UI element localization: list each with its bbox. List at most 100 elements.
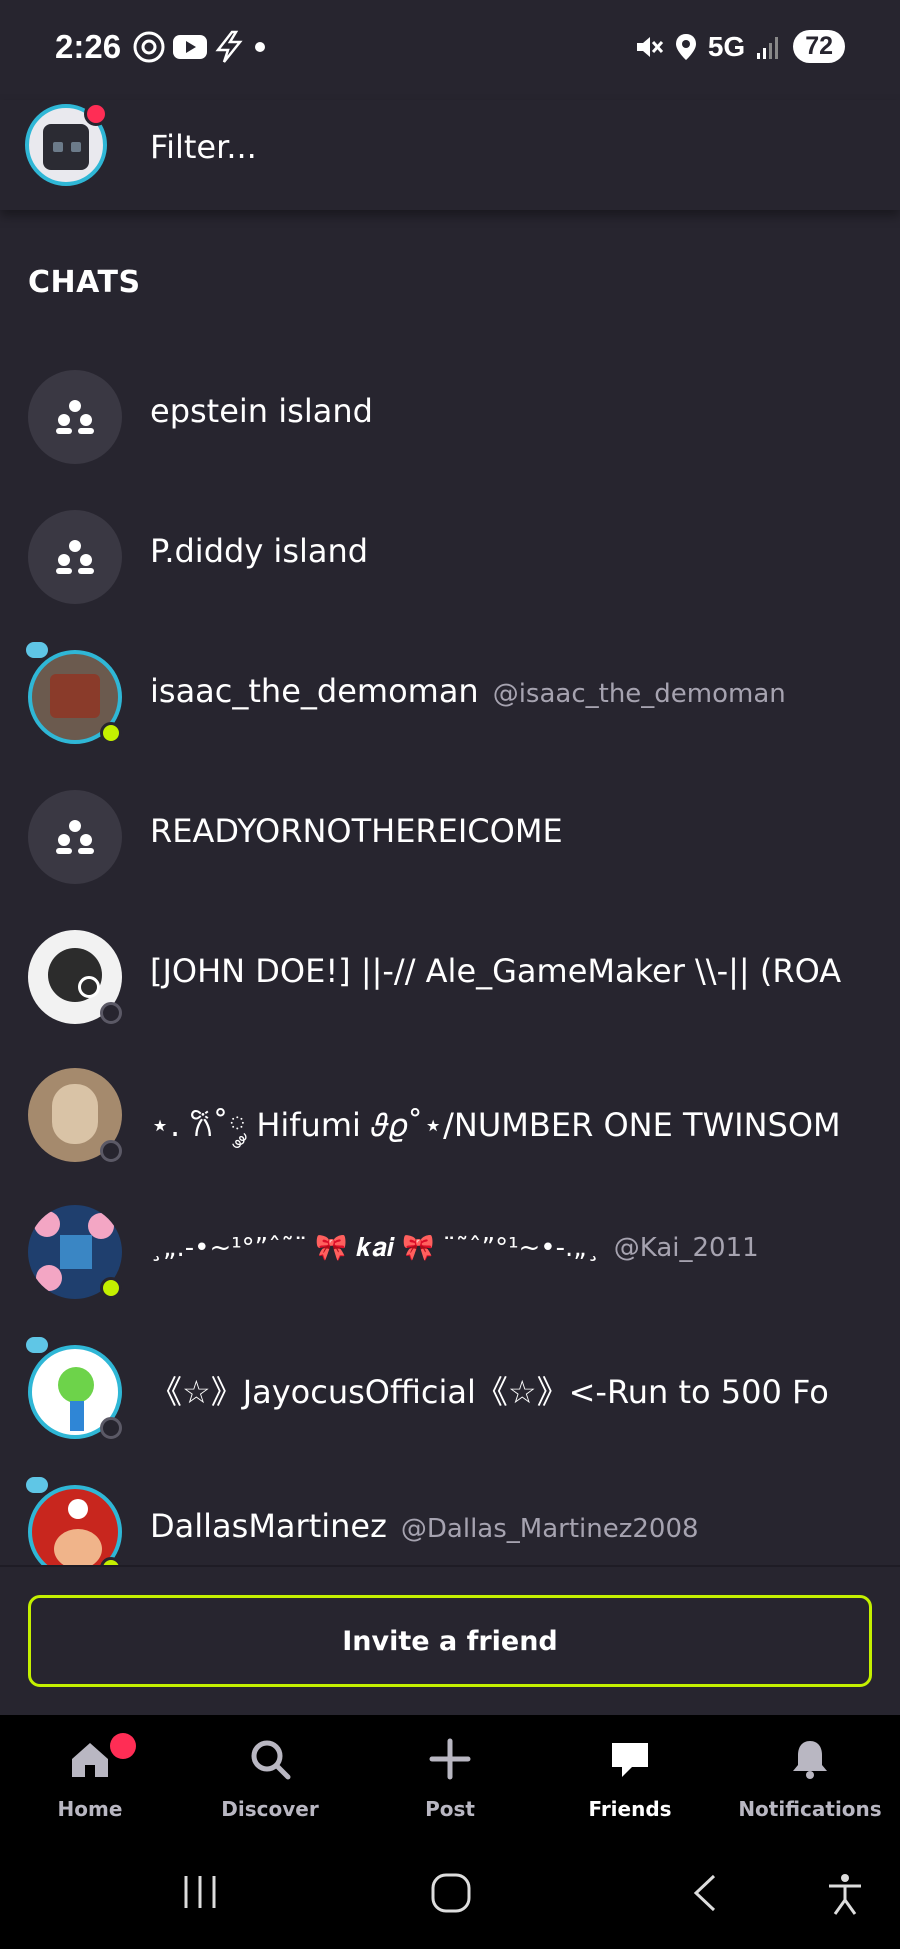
- nav-discover[interactable]: Discover: [180, 1715, 360, 1840]
- chat-bubble-icon: [612, 1743, 648, 1777]
- chat-row[interactable]: epstein island: [0, 360, 900, 470]
- bell-icon: [793, 1741, 827, 1779]
- chat-name: ¸„.-•~¹°”ˆ˜¨ 🎀 𝒌𝒂𝒊 🎀 ¨˜ˆ”°¹~•-.„¸ @Kai_20…: [150, 1233, 759, 1264]
- chat-handle: @Kai_2011: [613, 1233, 759, 1263]
- home-notification-dot: [110, 1733, 136, 1759]
- avatar-art: [43, 124, 89, 170]
- nav-notifications[interactable]: Notifications: [720, 1715, 900, 1840]
- home-icon: [72, 1743, 108, 1777]
- avatar-art: [34, 1211, 60, 1237]
- mute-icon: [636, 36, 663, 57]
- bolt-icon: [215, 30, 243, 63]
- avatar-art: [54, 1529, 102, 1565]
- plus-icon: [429, 1738, 471, 1780]
- status-bar: 2:26 5G 72: [0, 0, 900, 100]
- avatar-accessory: [24, 640, 50, 660]
- nav-label: Discover: [221, 1797, 319, 1821]
- search-icon: [251, 1740, 291, 1780]
- header: [0, 100, 900, 210]
- home-button-icon[interactable]: [430, 1872, 472, 1914]
- chat-title: P.diddy island: [150, 532, 369, 570]
- filter-input[interactable]: [150, 122, 800, 172]
- system-nav-bar: [0, 1840, 900, 1949]
- network-label: 5G: [707, 30, 746, 62]
- offline-indicator: [100, 1140, 122, 1162]
- chat-name: READYORNOTHEREICOME: [150, 812, 563, 850]
- back-icon[interactable]: [690, 1872, 720, 1914]
- status-time: 2:26: [55, 28, 122, 65]
- chat-title: isaac_the_demoman: [150, 672, 479, 710]
- group-icon: [56, 540, 94, 574]
- chats-section-title: CHATS: [28, 265, 141, 300]
- chat-row[interactable]: [JOHN DOE!] ||-// Ale_GameMaker \\-|| (R…: [0, 920, 900, 1030]
- avatar-eye: [53, 142, 63, 152]
- avatar-art: [36, 1265, 62, 1291]
- avatar-accessory: [24, 1335, 50, 1355]
- user-avatar: [28, 1485, 122, 1565]
- chat-title: [JOHN DOE!] ||-// Ale_GameMaker \\-|| (R…: [150, 952, 842, 990]
- chat-title: READYORNOTHEREICOME: [150, 812, 563, 850]
- location-icon: [675, 33, 696, 60]
- chat-name: [JOHN DOE!] ||-// Ale_GameMaker \\-|| (R…: [150, 952, 841, 990]
- chat-row[interactable]: ⋆. 𐙚˚༘ Hifumi 𝜗𝜚˚⋆/NUMBER ONE TWINSOM: [0, 1058, 900, 1168]
- recent-apps-icon[interactable]: [180, 1872, 220, 1912]
- avatar-art: [60, 1235, 92, 1269]
- group-icon: [56, 400, 94, 434]
- chat-name: isaac_the_demoman @isaac_the_demoman: [150, 672, 786, 710]
- chat-title: ⋆. 𐙚˚༘ Hifumi 𝜗𝜚˚⋆/NUMBER ONE TWINSOM: [150, 1106, 841, 1144]
- avatar-art: [70, 1401, 84, 1431]
- chat-name: P.diddy island: [150, 532, 368, 570]
- fade-overlay: [860, 1058, 900, 1168]
- online-indicator: [100, 722, 122, 744]
- nav-label: Notifications: [738, 1797, 882, 1821]
- group-avatar: [28, 790, 122, 884]
- avatar-art: [52, 1084, 98, 1144]
- status-notification-icons: [132, 30, 270, 64]
- chat-title: DallasMartinez: [150, 1507, 387, 1545]
- nav-label: Home: [57, 1797, 123, 1821]
- chat-row[interactable]: ¸„.-•~¹°”ˆ˜¨ 🎀 𝒌𝒂𝒊 🎀 ¨˜ˆ”°¹~•-.„¸ @Kai_20…: [0, 1195, 900, 1305]
- status-right: 5G 72: [634, 30, 845, 63]
- chat-name: ⋆. 𐙚˚༘ Hifumi 𝜗𝜚˚⋆/NUMBER ONE TWINSOM: [150, 1090, 841, 1180]
- chat-row[interactable]: READYORNOTHEREICOME: [0, 780, 900, 890]
- nav-post[interactable]: Post: [360, 1715, 540, 1840]
- chat-title: ¸„.-•~¹°”ˆ˜¨ 🎀 𝒌𝒂𝒊 🎀 ¨˜ˆ”°¹~•-.„¸: [150, 1233, 600, 1263]
- chat-row[interactable]: isaac_the_demoman @isaac_the_demoman: [0, 640, 900, 750]
- fade-overlay: [860, 1195, 900, 1305]
- fade-overlay: [860, 920, 900, 1030]
- avatar-art: [78, 976, 100, 998]
- offline-indicator: [100, 1002, 122, 1024]
- nav-home[interactable]: Home: [0, 1715, 180, 1840]
- offline-indicator: [100, 1417, 122, 1439]
- chat-name: 《☆》JayocusOfficial《☆》<-Run to 500 Fo: [150, 1367, 829, 1413]
- dot-icon: [255, 42, 265, 52]
- chat-title: 《☆》JayocusOfficial《☆》<-Run to 500 Fo: [150, 1373, 829, 1411]
- nav-label: Post: [425, 1797, 475, 1821]
- nav-label: Friends: [588, 1797, 672, 1821]
- signal-icon: [757, 36, 779, 59]
- bottom-nav: Home Discover Post Friends Notifications: [0, 1715, 900, 1840]
- avatar-eye: [71, 142, 81, 152]
- group-icon: [56, 820, 94, 854]
- avatar-accessory: [24, 1475, 50, 1495]
- avatar-art: [68, 1499, 88, 1519]
- accessibility-icon[interactable]: [825, 1872, 865, 1916]
- threads-icon: [133, 31, 165, 63]
- chat-name: epstein island: [150, 392, 373, 430]
- notification-dot: [84, 102, 108, 126]
- online-indicator: [100, 1277, 122, 1299]
- invite-friend-button[interactable]: Invite a friend: [28, 1595, 872, 1687]
- avatar-art: [58, 1367, 94, 1403]
- chat-title: epstein island: [150, 392, 373, 430]
- chat-row[interactable]: P.diddy island: [0, 500, 900, 610]
- battery-indicator: 72: [793, 30, 845, 63]
- chat-row[interactable]: DallasMartinez @Dallas_Martinez2008: [0, 1475, 900, 1565]
- youtube-icon: [173, 35, 207, 59]
- chat-handle: @Dallas_Martinez2008: [400, 1514, 699, 1544]
- group-avatar: [28, 510, 122, 604]
- nav-friends[interactable]: Friends: [540, 1715, 720, 1840]
- invite-area: Invite a friend: [0, 1565, 900, 1715]
- chat-row[interactable]: 《☆》JayocusOfficial《☆》<-Run to 500 Fo: [0, 1335, 900, 1445]
- chat-handle: @isaac_the_demoman: [492, 679, 786, 709]
- avatar-art: [50, 674, 100, 718]
